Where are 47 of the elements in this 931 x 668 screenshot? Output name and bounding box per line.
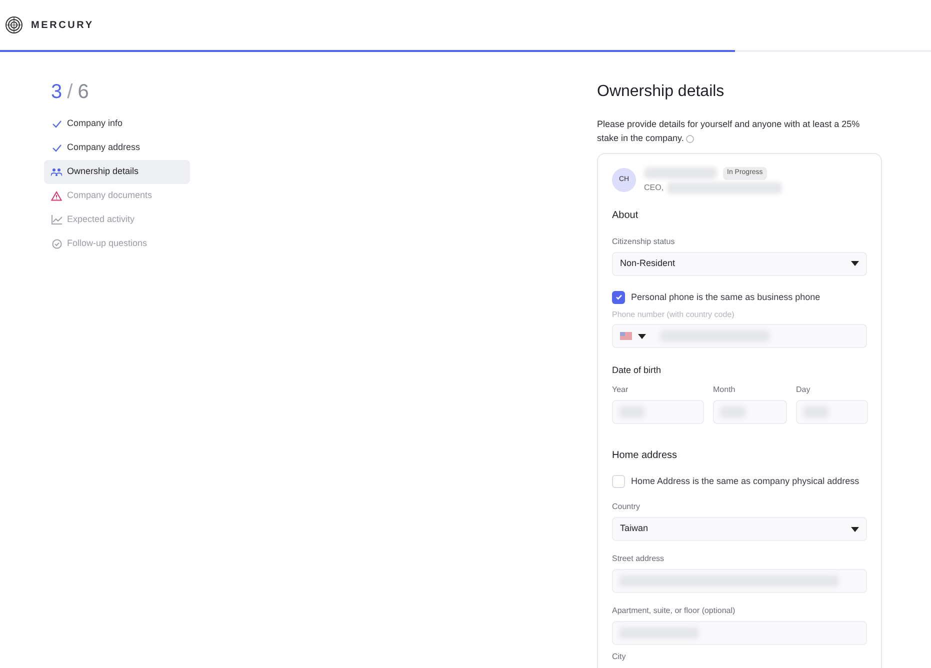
- field-label: Citizenship status: [612, 236, 676, 248]
- step-label: Company address: [67, 141, 140, 154]
- step-item[interactable]: Company info: [44, 112, 190, 136]
- step-item[interactable]: Ownership details: [44, 160, 190, 184]
- step-label: Company info: [67, 117, 123, 130]
- checkbox[interactable]: [612, 290, 625, 304]
- citizenship-select[interactable]: Non-Resident: [612, 252, 867, 276]
- step-label: Ownership details: [67, 165, 139, 178]
- section-heading: About: [612, 208, 640, 222]
- step-current: 3: [51, 80, 62, 104]
- phone-field[interactable]: [612, 324, 867, 348]
- field-label: Country: [612, 501, 642, 513]
- date-field[interactable]: [713, 400, 787, 424]
- step-label: Follow-up questions: [67, 237, 148, 250]
- section-heading: Home address: [612, 448, 678, 462]
- caret-icon: [851, 526, 859, 532]
- field-label: Phone number (with country code): [612, 309, 736, 321]
- flag-icon: [620, 332, 632, 340]
- logo-icon: [5, 16, 23, 34]
- field-label: Street address: [612, 553, 666, 565]
- brand-name: MERCURY: [31, 18, 94, 32]
- description: Please provide details for yourself and anyone with at least a 25% stake in the company.: [597, 118, 861, 145]
- caret-icon: [851, 261, 859, 266]
- field-label: Year: [612, 384, 630, 396]
- owner-role: CEO,: [644, 182, 664, 194]
- field-label: Month: [713, 384, 736, 396]
- step-label: Company documents: [67, 189, 152, 202]
- checkbox[interactable]: [612, 474, 625, 488]
- checkbox-label: Home Address is the same as company physical address: [631, 474, 860, 488]
- apartment-field[interactable]: [612, 621, 867, 645]
- date-field[interactable]: [796, 400, 868, 424]
- subsection-heading: Date of birth: [612, 364, 662, 377]
- page-title: Ownership details: [597, 82, 726, 102]
- caret-icon: [638, 334, 646, 338]
- country-select[interactable]: Taiwan: [612, 517, 867, 541]
- field-label: Day: [796, 384, 812, 396]
- step-label: Expected activity: [67, 213, 135, 226]
- step-total: 6: [78, 80, 89, 104]
- step-separator: /: [67, 80, 73, 104]
- field-label: Apartment, suite, or floor (optional): [612, 605, 736, 617]
- field-label: City: [612, 651, 627, 663]
- street-field[interactable]: [612, 569, 867, 593]
- check-icon: [614, 293, 622, 302]
- date-field[interactable]: [612, 400, 704, 424]
- checkbox-label: Personal phone is the same as business phone: [631, 290, 820, 304]
- help-icon: [686, 134, 694, 143]
- step-item[interactable]: Company address: [44, 136, 190, 160]
